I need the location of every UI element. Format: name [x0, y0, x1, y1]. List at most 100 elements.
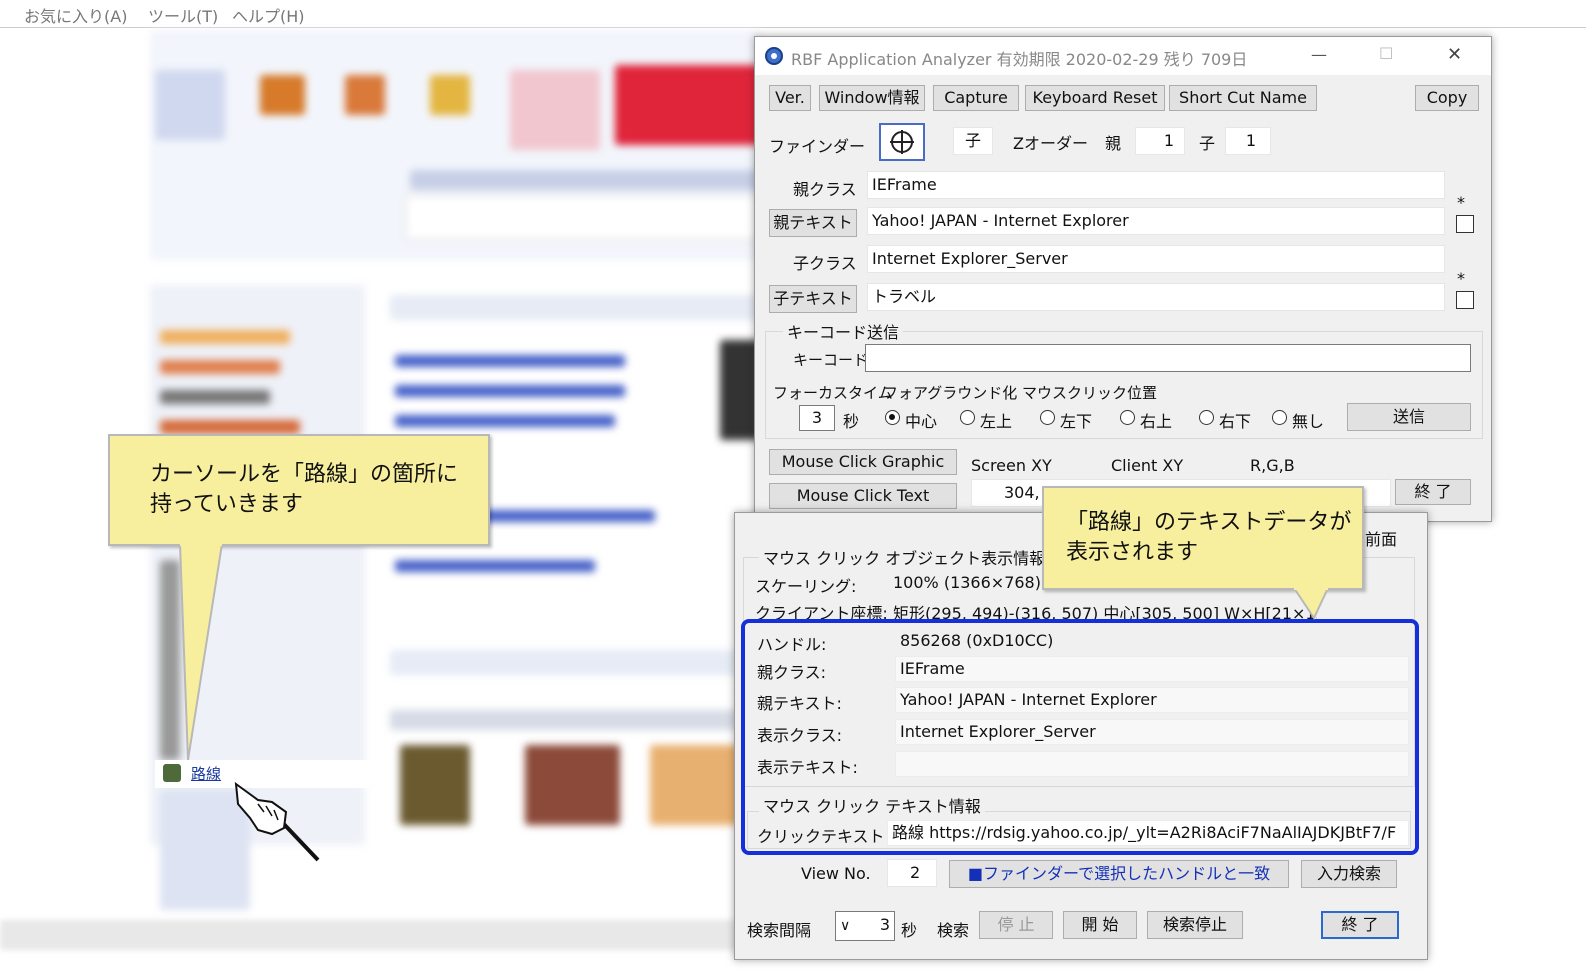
capture-button[interactable]: Capture [933, 85, 1019, 111]
parent-text-button[interactable]: 親テキスト [769, 209, 857, 237]
child-text-asterisk: * [1457, 269, 1465, 288]
callout-left: カーソールを「路線」の箇所に 持っていきます [108, 434, 490, 546]
zorder-parent-value: 1 [1135, 127, 1185, 155]
start-button[interactable]: 開 始 [1063, 911, 1137, 939]
hand-pointer-icon [234, 781, 320, 862]
keyboard-reset-button[interactable]: Keyboard Reset [1025, 85, 1165, 111]
browser-menubar: お気に入り(A) ツール(T) ヘルプ(H) [0, 0, 1586, 28]
front-label: 前面 [1365, 530, 1398, 549]
parent-class-field[interactable]: IEFrame [867, 171, 1445, 199]
zorder-child-value: 1 [1225, 127, 1271, 155]
route-link[interactable]: 路線 [191, 763, 221, 784]
search-interval-value: 3 [879, 915, 890, 934]
close-button[interactable]: ✕ [1447, 44, 1462, 65]
focus-seconds-label: 秒 [843, 412, 860, 431]
focus-time-label: フォーカスタイム [773, 384, 893, 402]
chevron-down-icon: ∨ [840, 918, 851, 934]
click-text-value: 路線 https://rdsig.yahoo.co.jp/_ylt=A2Ri8A… [887, 820, 1409, 846]
foreground-click-label: フォアグラウンド化 マウスクリック位置 [883, 384, 1158, 402]
display-class-label: 表示クラス: [757, 726, 843, 745]
short-cut-name-button[interactable]: Short Cut Name [1169, 85, 1317, 111]
callout-right: 「路線」のテキストデータが 表示されます [1042, 486, 1364, 590]
parent-class-row: 親クラス: IEFrame [747, 655, 1415, 683]
window-info-button[interactable]: Window情報 [819, 85, 925, 111]
menu-help[interactable]: ヘルプ(H) [232, 3, 305, 27]
radio-top-right[interactable] [1120, 410, 1135, 425]
scaling-value: 100% (1366×768) [893, 573, 1041, 592]
handle-row: ハンドル: 856268 (0xD10CC) [747, 627, 1415, 655]
callout-right-tail [1292, 588, 1330, 621]
search-label: 検索 [937, 921, 970, 940]
train-icon [163, 764, 181, 782]
client-xy-label: Client XY [1111, 456, 1184, 475]
radio-top-left[interactable] [960, 410, 975, 425]
copy-button[interactable]: Copy [1415, 85, 1479, 111]
parent-class-label: 親クラス [793, 180, 857, 199]
focus-time-input[interactable]: 3 [799, 405, 835, 431]
object-info-group-title: マウス クリック オブジェクト表示情報 [759, 545, 1050, 569]
child-text-button[interactable]: 子テキスト [769, 285, 857, 313]
zorder-label: Zオーダー [1013, 134, 1088, 153]
radio-bottom-right[interactable] [1199, 410, 1214, 425]
zorder-child-label: 子 [1199, 134, 1216, 153]
search-stop-button[interactable]: 検索停止 [1147, 911, 1243, 939]
blurred-statusbar [0, 920, 760, 950]
screen-xy-label: Screen XY [971, 456, 1052, 475]
radio-none[interactable] [1272, 410, 1287, 425]
keycode-input[interactable] [865, 344, 1471, 372]
parent-text-field[interactable]: Yahoo! JAPAN - Internet Explorer [867, 207, 1445, 235]
finder-target[interactable] [879, 123, 925, 161]
search-interval-select[interactable]: ∨ 3 [835, 911, 895, 941]
child-text-checkbox[interactable] [1456, 291, 1474, 309]
radio-top-right-label: 右上 [1140, 412, 1173, 431]
radio-center[interactable] [885, 410, 900, 425]
parent-text-asterisk: * [1457, 193, 1465, 212]
send-button[interactable]: 送信 [1347, 403, 1471, 431]
view-no-label: View No. [801, 864, 871, 883]
view-no-value: 2 [887, 859, 937, 887]
radio-none-label: 無し [1292, 412, 1325, 431]
mouse-click-text-button[interactable]: Mouse Click Text [769, 483, 957, 509]
handle-label: ハンドル: [757, 635, 827, 654]
stop-button[interactable]: 停 止 [979, 911, 1053, 939]
rgb-label: R,G,B [1250, 456, 1295, 475]
callout-left-tail [178, 544, 224, 761]
radio-bottom-left-label: 左下 [1060, 412, 1093, 431]
popup-parent-text-value: Yahoo! JAPAN - Internet Explorer [895, 687, 1409, 713]
popup-parent-class-value: IEFrame [895, 656, 1409, 682]
popup-parent-class-label: 親クラス: [757, 663, 827, 682]
menu-tools[interactable]: ツール(T) [148, 3, 218, 27]
analyzer-window: RBF Application Analyzer 有効期限 2020-02-29… [754, 36, 1492, 522]
click-text-label: クリックテキスト [757, 827, 885, 846]
zorder-parent-label: 親 [1105, 134, 1122, 153]
app-gear-icon [765, 47, 783, 65]
child-class-label: 子クラス [793, 254, 857, 273]
popup-parent-text-label: 親テキスト: [757, 694, 842, 713]
keycode-group-title: キーコード送信 [783, 319, 904, 343]
click-text-row: クリックテキスト 路線 https://rdsig.yahoo.co.jp/_y… [747, 819, 1415, 847]
maximize-button[interactable]: ☐ [1379, 44, 1393, 63]
display-class-row: 表示クラス: Internet Explorer_Server [747, 718, 1415, 746]
radio-top-left-label: 左上 [980, 412, 1013, 431]
radio-bottom-right-label: 右下 [1219, 412, 1252, 431]
keycode-label: キーコード: [793, 351, 874, 369]
radio-bottom-left[interactable] [1040, 410, 1055, 425]
analyzer-end-button[interactable]: 終 了 [1395, 479, 1471, 505]
radio-center-label: 中心 [905, 412, 938, 431]
popup-end-button[interactable]: 終 了 [1321, 911, 1399, 939]
input-search-button[interactable]: 入力検索 [1301, 860, 1397, 888]
parent-text-row: 親テキスト: Yahoo! JAPAN - Internet Explorer [747, 686, 1415, 714]
display-text-row: 表示テキスト: [747, 750, 1415, 778]
menu-favorites[interactable]: お気に入り(A) [24, 3, 127, 27]
mouse-click-graphic-button[interactable]: Mouse Click Graphic [769, 449, 957, 475]
parent-text-checkbox[interactable] [1456, 215, 1474, 233]
ver-button[interactable]: Ver. [769, 85, 811, 111]
display-text-value [895, 751, 1409, 777]
child-text-field[interactable]: トラベル [867, 283, 1445, 311]
highlight-frame: ハンドル: 856268 (0xD10CC) 親クラス: IEFrame 親テキ… [741, 619, 1419, 855]
minimize-button[interactable]: — [1311, 45, 1327, 64]
match-handle-button[interactable]: ■ファインダーで選択したハンドルと一致 [949, 860, 1289, 888]
analyzer-titlebar: RBF Application Analyzer 有効期限 2020-02-29… [755, 37, 1491, 75]
finder-child-indicator: 子 [953, 127, 993, 155]
child-class-field[interactable]: Internet Explorer_Server [867, 245, 1445, 273]
